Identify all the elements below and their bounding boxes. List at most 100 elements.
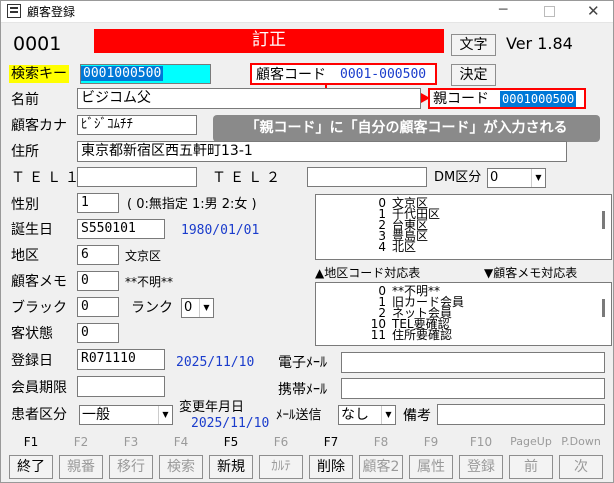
chevron-down-icon: ▼ (531, 169, 545, 187)
callout-banner: 「親コード」に「自分の顧客コード」が入力される (213, 115, 600, 142)
attribute-button[interactable]: 属性 (409, 455, 453, 479)
search-button[interactable]: 検索 (159, 455, 203, 479)
search-key-input[interactable]: 0001000500 (80, 64, 211, 84)
birth-date: 1980/01/01 (181, 223, 260, 238)
sex-label: 性別 (11, 197, 39, 213)
list-item[interactable]: 11 住所要確認 (316, 329, 611, 341)
reg-date: 2025/11/10 (176, 355, 255, 370)
list-item[interactable]: 3 豊島区 (316, 230, 611, 242)
status-input[interactable]: 0 (77, 323, 119, 343)
remarks-label: 備考 (403, 408, 431, 424)
kana-label: 顧客カナ (11, 118, 67, 134)
customer-code-label: 顧客コード (256, 67, 326, 83)
fkey-pagedown: P.Down (561, 435, 601, 448)
next-button[interactable]: 次 (559, 455, 603, 479)
customer-code-value: 0001-000500 (340, 67, 427, 82)
app-icon (7, 4, 21, 18)
dm-label: DM区分 (434, 170, 482, 185)
fkey-f2: F2 (73, 435, 89, 449)
fkey-f6: F6 (273, 435, 289, 449)
memo-code-list[interactable]: 0 **不明** 1 旧カード会員 2 ネット会員 10 TEL要確認 11 住所要確認 (315, 282, 612, 346)
address-input[interactable]: 東京都新宿区西五軒町13-1 (77, 141, 567, 162)
parent-code-value[interactable]: 0001000500 (500, 91, 577, 107)
email-input[interactable] (341, 352, 605, 373)
mailsend-label: ﾒｰﾙ送信 (276, 408, 322, 423)
chevron-down-icon: ▼ (158, 406, 172, 424)
dm-select[interactable]: 0 ▼ (487, 168, 546, 188)
chevron-down-icon: ▼ (381, 406, 395, 424)
rank-label: ランク (131, 300, 173, 316)
delete-button[interactable]: 削除 (309, 455, 353, 479)
change-date: 2025/11/10 (191, 416, 270, 431)
exit-button[interactable]: 終了 (9, 455, 53, 479)
reg-input[interactable]: R071110 (77, 349, 165, 370)
title-bar: 顧客登録 ─ ✕ (1, 1, 613, 23)
customer-registration-window: 顧客登録 ─ ✕ 0001 訂正 文字 Ver 1.84 検索キー 000100… (0, 0, 614, 483)
reg-label: 登録日 (11, 353, 53, 369)
fkey-f4: F4 (173, 435, 189, 449)
sex-hint: ( 0:無指定 1:男 2:女 ) (127, 197, 257, 212)
register-button[interactable]: 登録 (459, 455, 503, 479)
member-input[interactable] (77, 376, 165, 397)
kettei-button[interactable]: 決定 (451, 64, 496, 86)
birth-label: 誕生日 (11, 222, 53, 238)
scrollbar-thumb[interactable] (602, 299, 605, 317)
sex-input[interactable]: 1 (77, 193, 119, 213)
maximize-icon[interactable] (544, 6, 555, 17)
search-key-label: 検索キー (9, 65, 69, 83)
mode-label: 訂正 (252, 30, 286, 50)
rank-select[interactable]: 0 ▼ (181, 298, 214, 318)
patient-value: 一般 (82, 407, 110, 423)
patient-select[interactable]: 一般 ▼ (79, 405, 173, 425)
kana-input[interactable]: ﾋﾞｼﾞｺﾑﾁﾁ (77, 115, 197, 135)
scrollbar-thumb[interactable] (602, 211, 605, 229)
remarks-input[interactable] (437, 404, 605, 425)
name-label: 名前 (11, 92, 39, 108)
tel2-input[interactable] (307, 167, 427, 187)
fkey-f10: F10 (469, 435, 493, 449)
memo-input[interactable]: 0 (77, 271, 119, 291)
address-label: 住所 (11, 144, 39, 160)
callout-text: 「親コード」に「自分の顧客コード」が入力される (245, 120, 568, 136)
list-item[interactable]: 10 TEL要確認 (316, 318, 611, 330)
name-input[interactable]: ビジコム父 (77, 88, 421, 109)
area-code-list[interactable]: 0 文京区 1 千代田区 2 台東区 3 豊島区 4 北区 (315, 194, 612, 260)
memo-label: 顧客メモ (11, 274, 67, 290)
parent-number-button[interactable]: 親番 (59, 455, 103, 479)
parent-code-box: 親コード 0001000500 (428, 88, 586, 109)
minimize-icon[interactable]: ─ (499, 1, 507, 19)
black-input[interactable]: 0 (77, 297, 119, 317)
chart-button[interactable]: ｶﾙﾃ (259, 455, 303, 479)
list-item[interactable]: 1 千代田区 (316, 208, 611, 220)
list-item[interactable]: 4 北区 (316, 241, 611, 253)
mobile-input[interactable] (341, 378, 605, 399)
record-id: 0001 (13, 33, 62, 55)
area-label: 地区 (11, 248, 39, 264)
list-item[interactable]: 0 文京区 (316, 197, 611, 209)
fkey-f1: F1 (23, 435, 39, 449)
area-name: 文京区 (125, 249, 162, 263)
list-item[interactable]: 2 台東区 (316, 219, 611, 231)
tel1-input[interactable] (77, 167, 197, 187)
close-icon[interactable]: ✕ (587, 2, 600, 20)
list-item[interactable]: 2 ネット会員 (316, 307, 611, 319)
birth-input[interactable]: S550101 (77, 219, 165, 239)
parent-code-label: 親コード (433, 91, 489, 107)
dm-value: 0 (490, 170, 499, 185)
email-label: 電子ﾒｰﾙ (278, 355, 327, 371)
migrate-button[interactable]: 移行 (109, 455, 153, 479)
fkey-f8: F8 (373, 435, 389, 449)
new-button[interactable]: 新規 (209, 455, 253, 479)
area-input[interactable]: 6 (77, 245, 119, 265)
tel2-label: ＴＥＬ２ (212, 170, 284, 186)
moji-button[interactable]: 文字 (451, 34, 496, 56)
list-item[interactable]: 1 旧カード会員 (316, 296, 611, 308)
prev-button[interactable]: 前 (509, 455, 553, 479)
version-label: Ver 1.84 (506, 34, 573, 53)
customer2-button[interactable]: 顧客2 (359, 455, 403, 479)
fkey-f5: F5 (223, 435, 239, 449)
member-label: 会員期限 (11, 380, 67, 396)
mailsend-select[interactable]: なし ▼ (338, 405, 396, 425)
fkey-f3: F3 (123, 435, 139, 449)
fkey-f9: F9 (423, 435, 439, 449)
